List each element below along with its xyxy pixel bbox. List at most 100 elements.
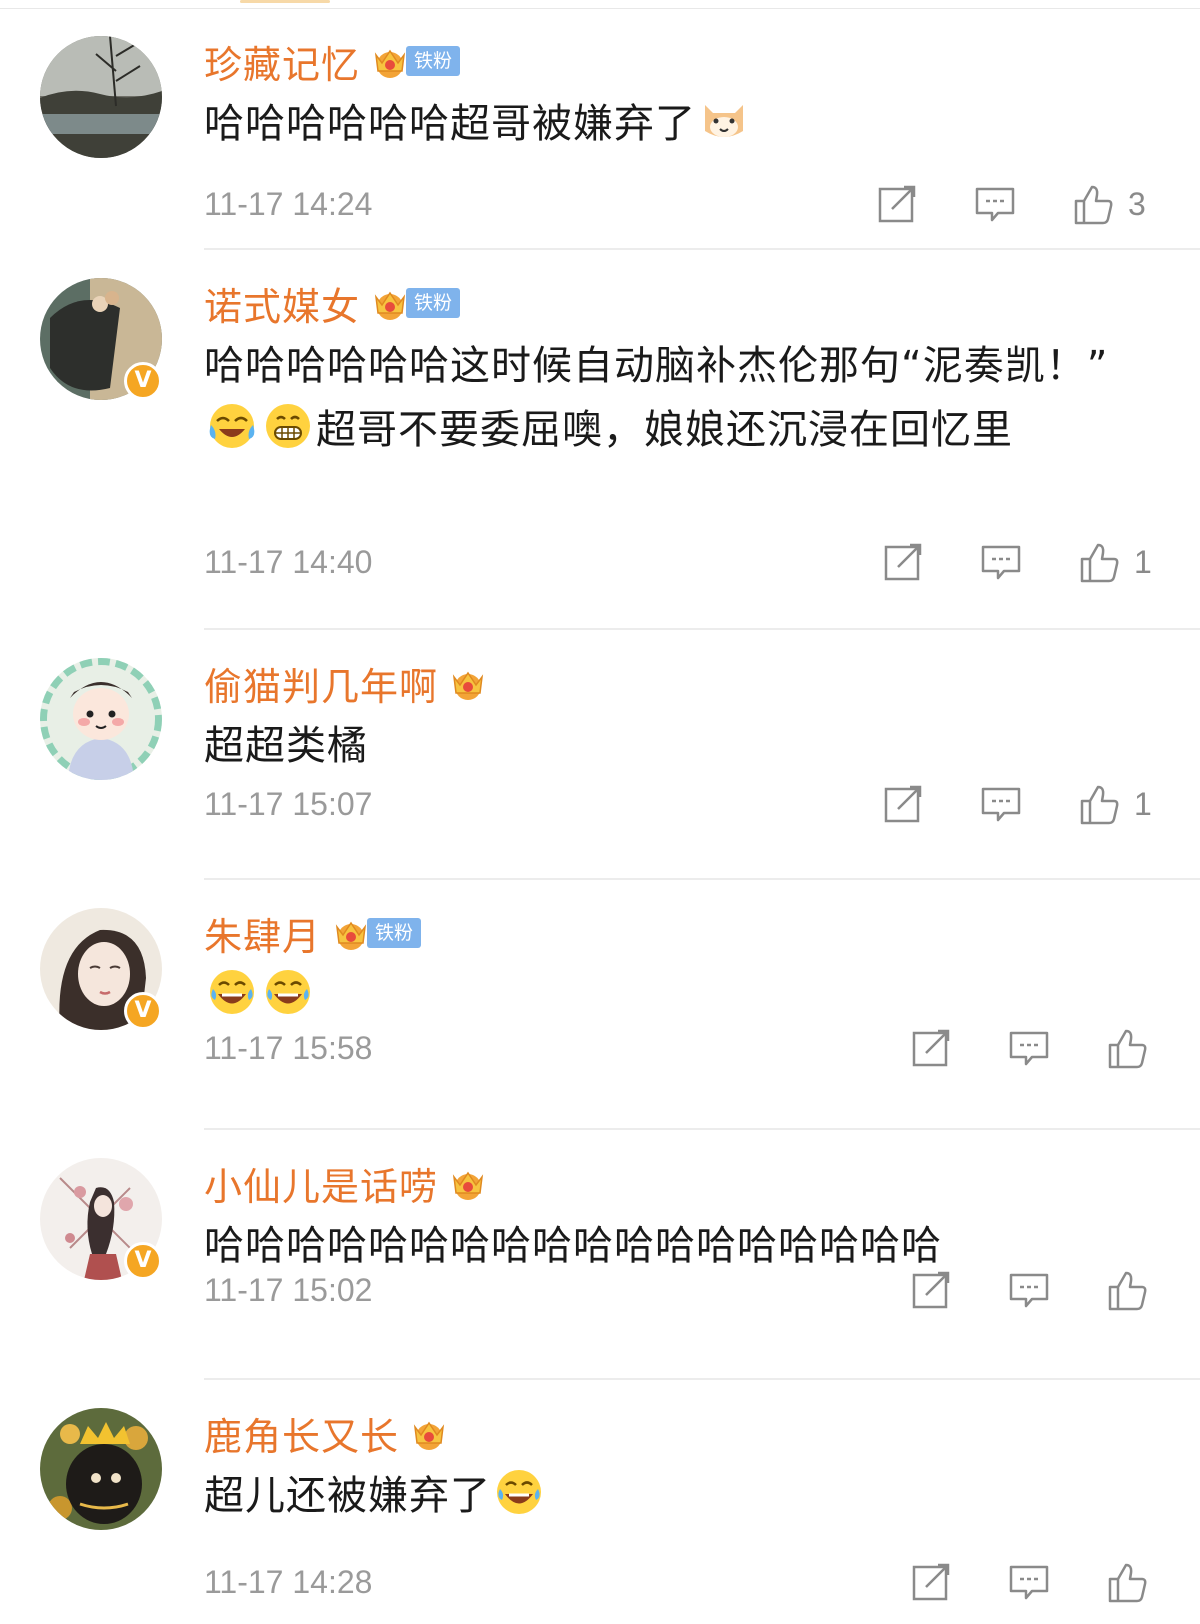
meta-row: 11-17 14:40 1 <box>204 540 1164 584</box>
share-button[interactable] <box>882 540 924 584</box>
crown-icon <box>409 1413 449 1453</box>
meta-row: 11-17 14:28 <box>204 1560 1164 1604</box>
timestamp: 11-17 15:02 <box>204 1272 373 1308</box>
comment-icon <box>1009 1565 1049 1600</box>
crown-icon <box>370 41 410 81</box>
comment-text <box>204 964 1164 1028</box>
timestamp: 11-17 14:40 <box>204 544 373 580</box>
comment-button[interactable] <box>1008 1268 1050 1312</box>
verified-badge: V <box>124 362 162 400</box>
like-count: 3 <box>1128 185 1146 222</box>
name-line: 偷猫判几年啊 <box>204 656 488 711</box>
username[interactable]: 偷猫判几年啊 <box>204 656 438 711</box>
username[interactable]: 小仙儿是话唠 <box>204 1156 438 1211</box>
like-button[interactable]: 3 <box>1072 182 1146 226</box>
like-icon <box>1108 1563 1147 1603</box>
verified-badge: V <box>124 1242 162 1280</box>
comment-text: 哈哈哈哈哈哈这时候自动脑补杰伦那句“泥奏凯！” 超哥不要委屈噢，娘娘还沉浸在回忆里 <box>204 334 1164 462</box>
like-count: 1 <box>1134 543 1152 580</box>
share-icon <box>878 185 916 223</box>
share-icon <box>884 785 922 823</box>
timestamp: 11-17 15:58 <box>204 1030 373 1066</box>
like-icon <box>1080 785 1119 825</box>
avatar[interactable] <box>40 1408 162 1530</box>
name-line: 朱肆月 铁粉 <box>204 906 422 961</box>
comment-icon <box>975 187 1015 222</box>
fan-badge: 铁粉 <box>406 288 461 318</box>
comment-divider <box>204 1378 1200 1380</box>
like-button[interactable] <box>1106 1560 1148 1604</box>
comment-text: 超儿还被嫌弃了 <box>204 1464 1164 1528</box>
username[interactable]: 珍藏记忆 <box>204 34 360 89</box>
comment-icon <box>1009 1273 1049 1308</box>
comment-divider <box>204 248 1200 250</box>
like-icon <box>1074 185 1113 225</box>
comment-button[interactable] <box>1008 1026 1050 1070</box>
grinning-emoji <box>263 401 313 451</box>
comment-text-content: 超超类橘 <box>204 723 368 769</box>
like-button[interactable] <box>1106 1026 1148 1070</box>
top-accent <box>240 0 330 3</box>
avatar-image <box>40 36 162 158</box>
meta-row: 11-17 15:02 <box>204 1268 1164 1312</box>
comment-text-part-b: 超哥不要委屈噢，娘娘还沉浸在回忆里 <box>316 407 1013 453</box>
meta-row: 11-17 15:58 <box>204 1026 1164 1070</box>
share-icon <box>912 1563 950 1601</box>
like-icon <box>1080 543 1119 583</box>
like-button[interactable]: 1 <box>1078 782 1152 826</box>
share-button[interactable] <box>876 182 918 226</box>
comment-button[interactable] <box>974 182 1016 226</box>
username[interactable]: 朱肆月 <box>204 906 321 961</box>
meta-row: 11-17 15:07 1 <box>204 782 1164 826</box>
avatar[interactable] <box>40 658 162 780</box>
like-icon <box>1108 1271 1147 1311</box>
like-button[interactable] <box>1106 1268 1148 1312</box>
comment-text-content: 哈哈哈哈哈哈超哥被嫌弃了 <box>204 101 696 147</box>
comment-text-content: 超儿还被嫌弃了 <box>204 1473 491 1519</box>
comment-icon <box>981 787 1021 822</box>
share-icon <box>912 1271 950 1309</box>
share-button[interactable] <box>882 782 924 826</box>
comment-icon <box>1009 1031 1049 1066</box>
like-button[interactable]: 1 <box>1078 540 1152 584</box>
verified-badge: V <box>124 992 162 1030</box>
crown-icon <box>331 913 371 953</box>
comment-divider <box>204 628 1200 630</box>
cat-face-emoji <box>699 95 749 145</box>
share-button[interactable] <box>910 1026 952 1070</box>
timestamp: 11-17 14:24 <box>204 186 373 222</box>
share-button[interactable] <box>910 1268 952 1312</box>
comment-button[interactable] <box>980 540 1022 584</box>
crown-icon <box>448 1163 488 1203</box>
like-icon <box>1108 1029 1147 1069</box>
timestamp: 11-17 15:07 <box>204 786 373 822</box>
name-line: 珍藏记忆 铁粉 <box>204 34 461 89</box>
name-line: 小仙儿是话唠 <box>204 1156 488 1211</box>
comment-divider <box>204 1128 1200 1130</box>
comment-icon <box>981 545 1021 580</box>
comment-divider <box>204 878 1200 880</box>
fan-badge: 铁粉 <box>406 46 461 76</box>
fan-badge: 铁粉 <box>367 918 422 948</box>
username[interactable]: 诺式媒女 <box>204 276 360 331</box>
share-button[interactable] <box>910 1560 952 1604</box>
name-line: 鹿角长又长 <box>204 1406 449 1461</box>
username[interactable]: 鹿角长又长 <box>204 1406 399 1461</box>
crown-icon <box>370 283 410 323</box>
tears-of-joy-emoji <box>263 967 313 1017</box>
timestamp: 11-17 14:28 <box>204 1564 373 1600</box>
comment-text-content: 哈哈哈哈哈哈哈哈哈哈哈哈哈哈哈哈哈哈 <box>204 1223 942 1269</box>
name-line: 诺式媒女 铁粉 <box>204 276 461 331</box>
comment-button[interactable] <box>1008 1560 1050 1604</box>
laughing-crying-emoji <box>207 401 257 451</box>
crown-icon <box>448 663 488 703</box>
share-icon <box>912 1029 950 1067</box>
meta-row: 11-17 14:24 3 <box>204 182 1164 226</box>
share-icon <box>884 543 922 581</box>
like-count: 1 <box>1134 785 1152 822</box>
comment-text: 超超类橘 <box>204 714 1164 778</box>
comment-button[interactable] <box>980 782 1022 826</box>
comment-text-part-a: 哈哈哈哈哈哈这时候自动脑补杰伦那句“泥奏凯！” <box>204 343 1109 389</box>
avatar-image <box>40 1408 162 1530</box>
avatar[interactable] <box>40 36 162 158</box>
